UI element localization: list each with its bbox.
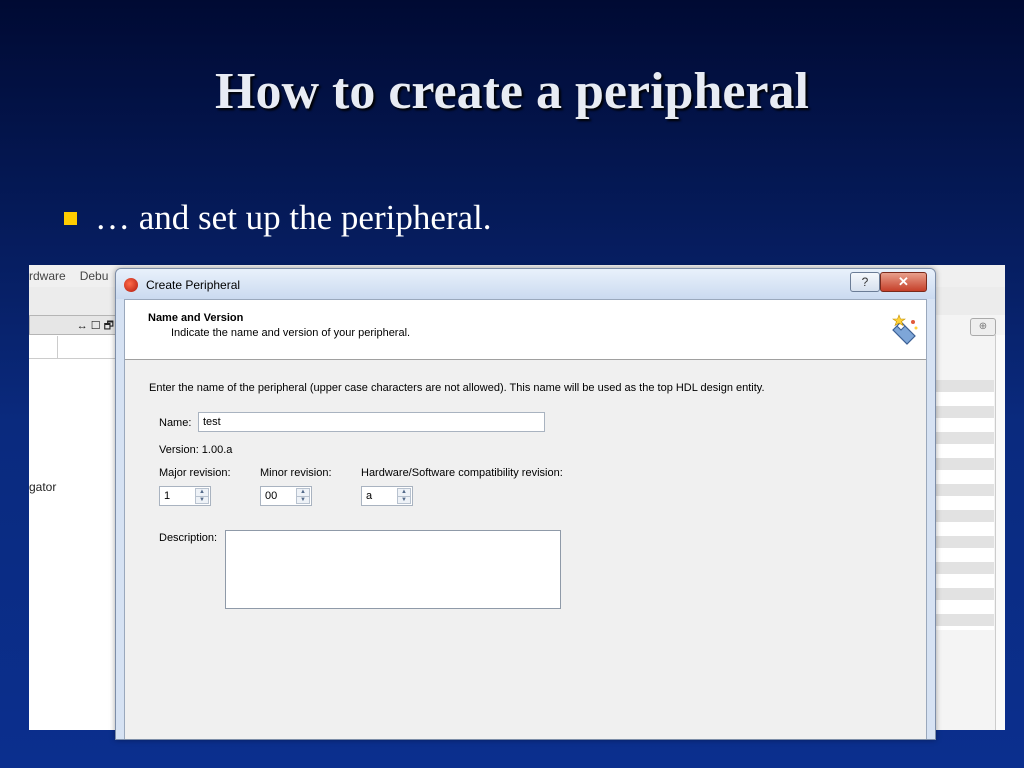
stepper-arrows-icon[interactable]: ▲ ▼ [397, 488, 411, 504]
section-subtitle: Indicate the name and version of your pe… [171, 327, 411, 339]
menu-item-hardware[interactable]: rdware [29, 269, 80, 283]
dialog-titlebar[interactable]: Create Peripheral ? ✕ [116, 269, 935, 299]
scrollbar[interactable] [995, 335, 1005, 730]
minor-revision-value: 00 [265, 490, 278, 502]
major-revision-stepper[interactable]: 1 ▲ ▼ [159, 486, 211, 506]
minor-revision-stepper[interactable]: 00 ▲ ▼ [260, 486, 312, 506]
hwsw-revision-value: a [366, 490, 373, 502]
name-field[interactable]: test [198, 412, 545, 432]
dialog-title: Create Peripheral [146, 278, 241, 292]
minor-revision-label: Minor revision: [260, 467, 332, 479]
description-field[interactable] [225, 530, 561, 609]
name-label: Name: [159, 417, 192, 429]
bullet-item: … and set up the peripheral. [64, 198, 492, 238]
help-button[interactable]: ? [850, 272, 880, 292]
section-title: Name and Version [148, 312, 244, 324]
bullet-square-icon [64, 211, 77, 225]
magnifier-icon[interactable]: ⊕ [970, 318, 996, 336]
instruction-text: Enter the name of the peripheral (upper … [149, 382, 765, 394]
major-revision-value: 1 [164, 490, 171, 502]
dialog-content: Name and Version Indicate the name and v… [124, 299, 927, 739]
wizard-header: Name and Version Indicate the name and v… [125, 300, 926, 360]
stepper-arrows-icon[interactable]: ▲ ▼ [195, 488, 209, 504]
right-pane: ⊕ [933, 315, 1005, 730]
wizard-wand-icon [892, 314, 918, 345]
stepper-arrows-icon[interactable]: ▲ ▼ [296, 488, 310, 504]
slide-title: How to create a peripheral [215, 63, 809, 120]
hwsw-revision-stepper[interactable]: a ▲ ▼ [361, 486, 413, 506]
tree-header [29, 336, 119, 359]
close-button[interactable]: ✕ [880, 272, 927, 292]
bullet-text: … and set up the peripheral. [95, 198, 492, 237]
major-revision-label: Major revision: [159, 467, 231, 479]
list-rows [934, 380, 994, 630]
version-text: Version: 1.00.a [159, 444, 233, 456]
app-logo-icon [124, 278, 138, 292]
hwsw-revision-label: Hardware/Software compatibility revision… [361, 467, 563, 479]
navigator-label[interactable]: gator [29, 480, 56, 494]
description-label: Description: [159, 532, 218, 544]
create-peripheral-dialog: Create Peripheral ? ✕ Name and Version I… [115, 268, 936, 740]
view-controls[interactable]: ↔ ☐ 🗗 [29, 315, 119, 335]
